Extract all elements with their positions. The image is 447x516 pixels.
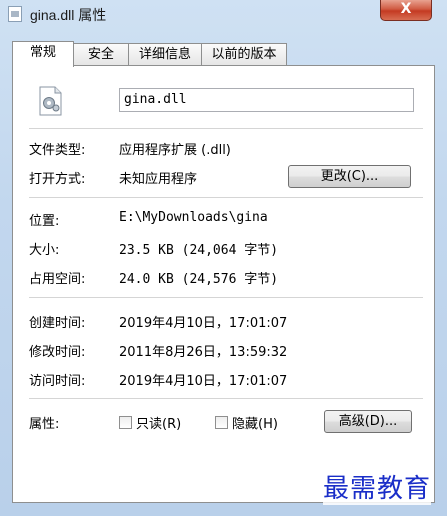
- size-value: 23.5 KB (24,064 字节): [119, 243, 279, 258]
- file-icon: [8, 6, 22, 22]
- window-title: gina.dll 属性: [30, 7, 107, 23]
- dll-file-icon: [39, 86, 62, 116]
- separator: [29, 128, 423, 130]
- size-on-disk-value: 24.0 KB (24,576 字节): [119, 272, 279, 287]
- readonly-checkbox[interactable]: [119, 416, 132, 429]
- general-tab-panel: gina.dll 文件类型: 应用程序扩展 (.dll) 打开方式: 未知应用程…: [12, 65, 435, 503]
- tab-details[interactable]: 详细信息: [128, 43, 202, 65]
- created-label: 创建时间:: [29, 316, 86, 331]
- size-label: 大小:: [29, 243, 60, 258]
- file-name-field[interactable]: gina.dll: [119, 88, 414, 112]
- change-button[interactable]: 更改(C)...: [288, 165, 411, 188]
- properties-window: gina.dll 属性 X 常规 安全 详细信息 以前的版本 gina.dll …: [0, 0, 447, 516]
- file-type-label: 文件类型:: [29, 143, 86, 158]
- hidden-checkbox[interactable]: [215, 416, 228, 429]
- title-bar[interactable]: gina.dll 属性 X: [0, 0, 447, 30]
- tab-previous-versions[interactable]: 以前的版本: [201, 43, 287, 65]
- tab-general[interactable]: 常规: [12, 41, 74, 67]
- tab-security[interactable]: 安全: [73, 43, 129, 65]
- separator: [29, 297, 423, 299]
- hidden-label[interactable]: 隐藏(H): [232, 413, 278, 432]
- opens-with-value: 未知应用程序: [119, 172, 198, 187]
- attributes-label: 属性:: [29, 417, 60, 432]
- modified-label: 修改时间:: [29, 345, 86, 360]
- accessed-value: 2019年4月10日，17:01:07: [119, 374, 288, 389]
- readonly-label[interactable]: 只读(R): [136, 413, 181, 432]
- advanced-button[interactable]: 高级(D)...: [324, 410, 412, 433]
- location-value: E:\MyDownloads\gina: [119, 210, 268, 225]
- opens-with-label: 打开方式:: [29, 172, 86, 187]
- modified-value: 2011年8月26日，13:59:32: [119, 345, 288, 360]
- close-button[interactable]: X: [380, 0, 432, 21]
- accessed-label: 访问时间:: [29, 374, 86, 389]
- separator: [29, 398, 423, 400]
- created-value: 2019年4月10日，17:01:07: [119, 316, 288, 331]
- watermark-text: 最需教育: [323, 468, 432, 505]
- size-on-disk-label: 占用空间:: [29, 272, 86, 287]
- file-type-value: 应用程序扩展 (.dll): [119, 143, 231, 158]
- separator: [29, 197, 423, 199]
- location-label: 位置:: [29, 214, 60, 229]
